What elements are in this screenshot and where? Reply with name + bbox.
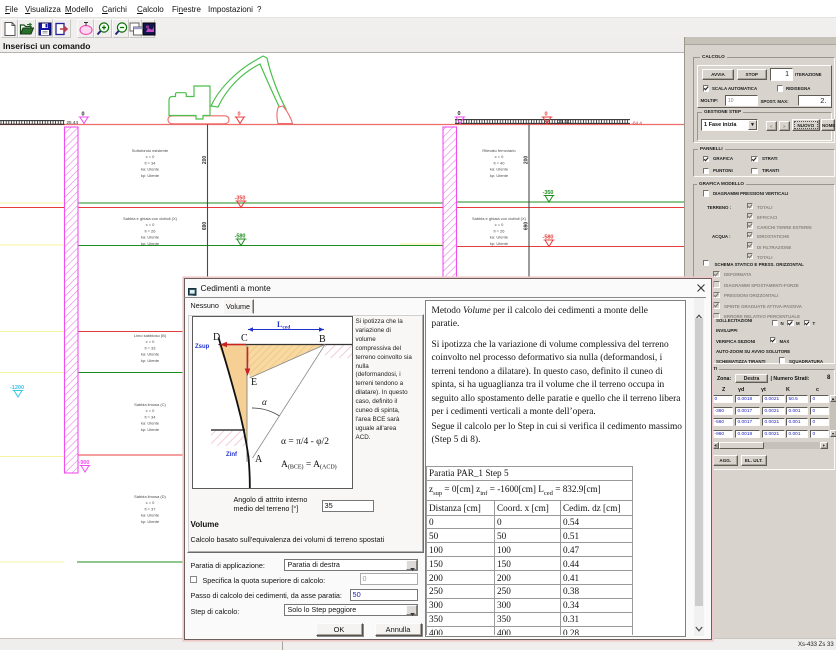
svg-text:ka: Utente: ka: Utente [141,235,160,240]
svg-text:-350: -350 [542,190,553,196]
svg-text:Sabbia e ghiaia con ciottoli: Sabbia e ghiaia con ciottoli (X) [123,216,178,221]
svg-text:fi = 34: fi = 34 [144,414,156,419]
svg-text:0: 0 [81,112,84,118]
svg-text:fi = 40: fi = 40 [493,160,505,165]
svg-text:-64.4: -64.4 [632,121,643,126]
svg-text:c = 0: c = 0 [495,154,505,159]
svg-text:c = 0: c = 0 [146,222,156,227]
svg-text:Rilevato ferroviario: Rilevato ferroviario [482,148,516,153]
svg-text:Sabbia limosa (D): Sabbia limosa (D) [134,494,166,499]
svg-text:kp: Utente: kp: Utente [490,241,509,246]
svg-text:ka: Utente: ka: Utente [490,167,509,172]
svg-text:-1200: -1200 [10,385,24,391]
svg-text:25.44: 25.44 [558,119,570,124]
svg-text:ka: Utente: ka: Utente [141,513,160,518]
svg-text:0: 0 [457,111,460,117]
svg-text:-900: -900 [78,460,89,466]
svg-text:kp: Utente: kp: Utente [141,358,160,363]
svg-text:Sottofondo esistente: Sottofondo esistente [132,148,169,153]
svg-text:α: α [262,397,267,407]
svg-text:0: 0 [237,112,240,118]
svg-text:-350: -350 [234,196,245,202]
svg-text:A: A [255,454,263,465]
svg-text:fi = 37: fi = 37 [144,506,156,511]
svg-text:Zinf: Zinf [226,452,238,458]
svg-text:kp: Utente: kp: Utente [490,173,509,178]
svg-text:E: E [251,377,257,388]
svg-text:Limo sabbioso (B): Limo sabbioso (B) [134,333,167,338]
svg-text:ka: Utente: ka: Utente [141,352,160,357]
svg-text:c = 0: c = 0 [146,339,156,344]
svg-text:25.44: 25.44 [67,120,79,125]
svg-text:200: 200 [202,156,208,165]
svg-text:kp: Utente: kp: Utente [141,173,160,178]
svg-text:c = 0: c = 0 [146,154,156,159]
svg-text:ka: Utente: ka: Utente [141,421,160,426]
svg-text:D: D [213,332,220,343]
svg-text:690: 690 [524,222,530,231]
svg-text:kp: Utente: kp: Utente [141,519,160,524]
svg-text:ka: Utente: ka: Utente [141,167,160,172]
svg-text:Sabbia limosa (C): Sabbia limosa (C) [134,402,166,407]
svg-text:c = 0: c = 0 [146,408,156,413]
svg-text:fi = 26: fi = 26 [144,228,156,233]
svg-text:B: B [319,334,326,345]
svg-text:kp: Utente: kp: Utente [141,427,160,432]
svg-text:690: 690 [202,222,208,231]
svg-text:C: C [241,333,248,344]
svg-text:0: 0 [544,112,547,118]
svg-text:Sabbia e ghiaia con ciottoli: Sabbia e ghiaia con ciottoli (X) [472,216,527,221]
svg-text:200: 200 [524,156,530,165]
svg-text:fi = 26: fi = 26 [493,228,505,233]
svg-text:-580: -580 [542,235,553,241]
svg-text:c = 0: c = 0 [146,500,156,505]
svg-text:Lced: Lced [277,320,290,331]
svg-text:fi = 34: fi = 34 [144,160,156,165]
svg-text:α = π/4 - φ/2: α = π/4 - φ/2 [281,437,329,447]
svg-text:c = 0: c = 0 [495,222,505,227]
svg-text:fi = 33: fi = 33 [144,345,156,350]
svg-text:A(BCE) = A(ACD): A(BCE) = A(ACD) [281,460,337,471]
svg-text:-580: -580 [234,234,245,240]
svg-text:Zsup: Zsup [195,344,210,350]
svg-text:kp: Utente: kp: Utente [141,241,160,246]
svg-text:ka: Utente: ka: Utente [490,235,509,240]
